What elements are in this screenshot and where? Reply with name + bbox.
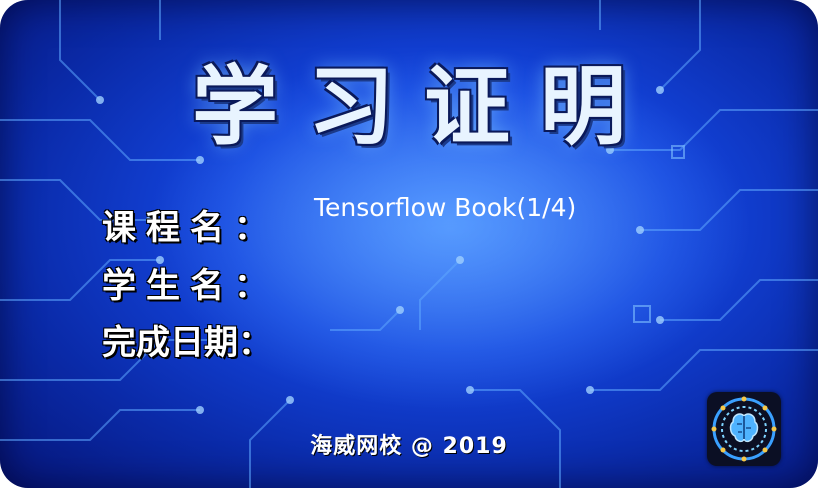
course-value: Tensorflow Book(1/4) [314, 193, 577, 222]
completion-date-label: 完成日期： [102, 323, 272, 363]
footer-school: 海威网校 @ 2019 [310, 434, 508, 459]
brain-circuit-icon [707, 392, 781, 466]
student-label: 学生名： [102, 266, 278, 306]
course-label: 课程名： [102, 208, 278, 248]
certificate-title: 学习证明 [192, 57, 656, 157]
certificate-card: 学习证明 课程名： Tensorflow Book(1/4) 学生名： 完成日期… [0, 0, 818, 488]
